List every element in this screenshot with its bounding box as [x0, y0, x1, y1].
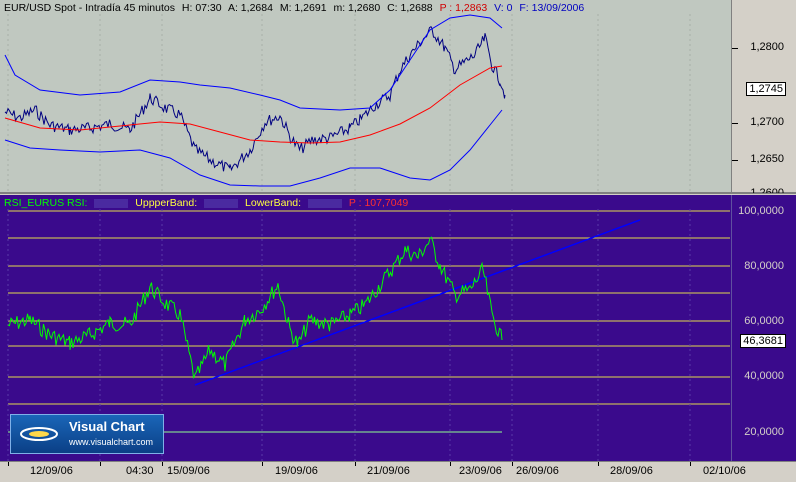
low-label: m: 1,2680 — [333, 2, 381, 14]
y-tick-label: 1,2700 — [750, 116, 784, 128]
x-tick-label: 15/09/06 — [167, 465, 210, 477]
y-tick-label: 1,2800 — [750, 41, 784, 53]
y-tick-label: 20,0000 — [744, 426, 784, 438]
rsi-name-label: RSI_EURUS RSI: — [4, 197, 88, 209]
x-tick-label: 12/09/06 — [30, 465, 73, 477]
lower-value-hidden — [307, 198, 342, 208]
volume-label: V: 0 — [494, 2, 513, 14]
price-y-axis[interactable]: 1,2800 1,2700 1,2650 1,2600 1,2745 — [731, 0, 796, 193]
y-tick-label: 80,0000 — [744, 260, 784, 272]
visual-chart-logo: Visual Chart www.visualchart.com — [10, 414, 164, 454]
upper-band-line — [4, 14, 503, 111]
y-tick-label: 100,0000 — [738, 205, 784, 217]
time-x-axis[interactable]: 12/09/06 04:30 15/09/06 19/09/06 21/09/0… — [0, 461, 796, 482]
price-header: EUR/USD Spot - Intradía 45 minutos H: 07… — [4, 2, 588, 14]
close-label: C: 1,2688 — [387, 2, 433, 14]
lower-band-label: LowerBand: — [245, 197, 302, 209]
logo-title: Visual Chart — [69, 419, 145, 434]
rsi-series-line — [7, 236, 503, 379]
price-chart-plot[interactable] — [0, 0, 732, 192]
y-tick-label: 60,0000 — [744, 315, 784, 327]
y-tick-label: 40,0000 — [744, 370, 784, 382]
upper-value-hidden — [204, 198, 239, 208]
date-label: F: 13/09/2006 — [519, 2, 585, 14]
swoosh-icon — [20, 427, 58, 441]
p-value-label: P : 1,2863 — [439, 2, 488, 14]
symbol-label: EUR/USD Spot - Intradía 45 minutos — [4, 2, 175, 14]
x-tick-label: 19/09/06 — [275, 465, 318, 477]
x-tick-label: 02/10/06 — [703, 465, 746, 477]
y-tick-label: 1,2600 — [750, 187, 784, 193]
hour-label: H: 07:30 — [181, 2, 222, 14]
y-tick-label: 1,2650 — [750, 153, 784, 165]
rsi-header: RSI_EURUS RSI: UppperBand: LowerBand: P … — [4, 197, 412, 209]
price-chart-pane[interactable]: EUR/USD Spot - Intradía 45 minutos H: 07… — [0, 0, 796, 194]
x-tick-label: 28/09/06 — [610, 465, 653, 477]
x-tick-label: 26/09/06 — [516, 465, 559, 477]
rsi-p-value-label: P : 107,7049 — [348, 197, 409, 209]
upper-band-label: UppperBand: — [135, 197, 198, 209]
high-label: M: 1,2691 — [279, 2, 327, 14]
price-series-line — [4, 26, 506, 172]
rsi-y-axis[interactable]: 100,0000 80,0000 60,0000 40,0000 20,0000… — [731, 195, 796, 461]
rsi-value-hidden — [94, 198, 129, 208]
x-tick-label: 21/09/06 — [367, 465, 410, 477]
open-label: A: 1,2684 — [227, 2, 273, 14]
x-tick-label: 23/09/06 — [459, 465, 502, 477]
current-price-box: 1,2745 — [746, 82, 786, 96]
current-rsi-box: 46,3681 — [740, 334, 786, 348]
logo-url: www.visualchart.com — [69, 437, 154, 447]
x-tick-label: 04:30 — [126, 465, 154, 477]
